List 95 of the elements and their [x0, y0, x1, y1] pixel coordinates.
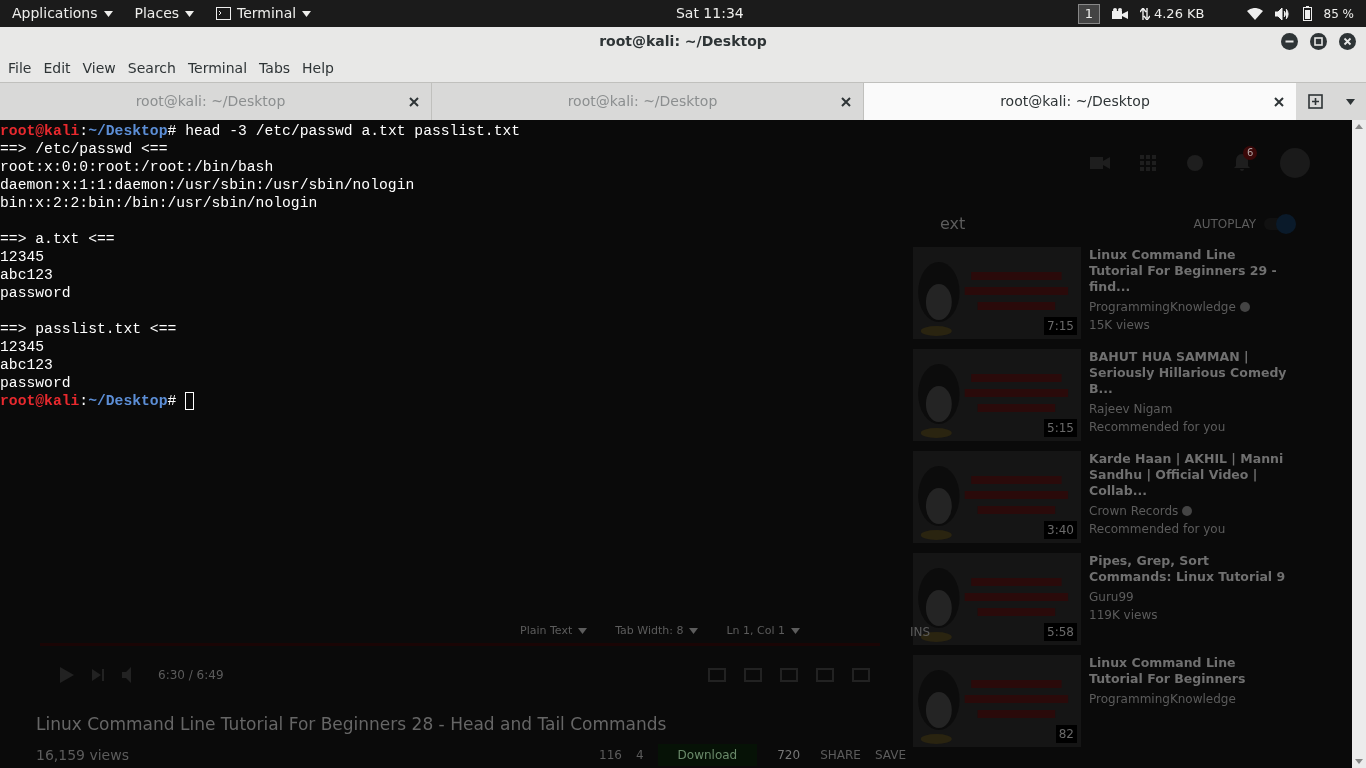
up-down-arrows-icon: [1139, 7, 1150, 20]
terminal-output: root:x:0:0:root:/root:/bin/bash: [0, 159, 274, 175]
caret-icon: [578, 628, 588, 635]
prompt-user: root@kali: [0, 392, 80, 410]
terminal-output: password: [0, 285, 71, 301]
battery-percentage: 85 %: [1323, 5, 1354, 23]
share-button[interactable]: SHARE: [820, 746, 861, 764]
panel-menu[interactable]: Applications: [12, 3, 113, 24]
scrollbar[interactable]: [1352, 120, 1366, 768]
insert-mode-label: INS: [910, 624, 931, 641]
prompt-symbol: #: [167, 122, 177, 140]
terminal-command: head -3 /etc/passwd a.txt passlist.txt: [185, 122, 521, 140]
up-next-heading: ext: [940, 213, 966, 235]
download-button[interactable]: Download: [657, 744, 758, 766]
terminal-output: 12345: [0, 249, 45, 265]
video-meta: 119K views: [1089, 607, 1159, 624]
editor-status-item[interactable]: Ln 1, Col 1: [726, 623, 801, 640]
clock[interactable]: Sat 11:34: [572, 3, 1078, 24]
menu-item[interactable]: View: [78, 58, 120, 79]
prompt-path: ~/Desktop: [88, 392, 168, 410]
caret-icon: [185, 10, 195, 17]
video-meta: Recommended for you: [1089, 419, 1227, 436]
video-camera-icon: [1111, 7, 1128, 20]
terminal-tab[interactable]: root@kali: ~/Desktop: [864, 83, 1296, 120]
terminal-output: abc123: [0, 357, 53, 373]
video-title[interactable]: Linux Command Line Tutorial For Beginners 29 - find...: [1089, 247, 1289, 295]
terminal-output: ==> /etc/passwd <==: [0, 141, 168, 157]
video-title[interactable]: Karde Haan | AKHIL | Manni Sandhu | Official Video | Collab...: [1089, 451, 1289, 499]
channel-name[interactable]: ProgrammingKnowledge: [1089, 298, 1236, 316]
channel-name[interactable]: ProgrammingKnowledge: [1089, 690, 1236, 708]
terminal-output: daemon:x:1:1:daemon:/usr/sbin:/usr/sbin/nologin: [0, 177, 415, 193]
prompt-separator: :: [79, 122, 89, 140]
volume-icon[interactable]: [1274, 7, 1291, 20]
scroll-up-icon[interactable]: [1355, 124, 1363, 129]
dislike-count[interactable]: 4: [635, 746, 644, 764]
close-icon[interactable]: [841, 96, 851, 107]
minimize-icon[interactable]: [1281, 32, 1298, 50]
terminal-output: 12345: [0, 339, 45, 355]
save-button[interactable]: SAVE: [874, 746, 906, 764]
channel-name[interactable]: Rajeev Nigam: [1089, 400, 1173, 418]
duration-badge: 82: [1055, 725, 1077, 743]
editor-status-item[interactable]: Tab Width: 8: [615, 623, 699, 640]
video-title[interactable]: Pipes, Grep, Sort Commands: Linux Tutorial 9: [1089, 553, 1289, 585]
prompt-symbol: #: [167, 392, 177, 410]
window-title: root@kali: ~/Desktop: [599, 31, 767, 51]
terminal-output: bin:x:2:2:bin:/bin:/usr/sbin/nologin: [0, 195, 318, 211]
maximize-icon[interactable]: [1310, 32, 1327, 50]
close-icon[interactable]: [1274, 96, 1284, 107]
menu-item[interactable]: Terminal: [183, 58, 252, 79]
video-time: 6:30 / 6:49: [158, 667, 224, 684]
video-heading: Linux Command Line Tutorial For Beginners 28 - Head and Tail Commands: [36, 713, 667, 736]
menu-item[interactable]: Help: [298, 58, 338, 79]
menu-item[interactable]: File: [4, 58, 36, 79]
panel-menu[interactable]: Terminal: [216, 3, 312, 24]
wifi-icon[interactable]: [1246, 7, 1263, 20]
like-count[interactable]: 116: [599, 746, 622, 764]
video-title[interactable]: Linux Command Line Tutorial For Beginners: [1089, 655, 1289, 687]
terminal-output: ==> a.txt <==: [0, 231, 115, 247]
prompt-path: ~/Desktop: [88, 122, 168, 140]
battery-icon[interactable]: [1302, 6, 1312, 21]
menu-item[interactable]: Tabs: [255, 58, 295, 79]
scroll-down-icon[interactable]: [1355, 759, 1363, 764]
prompt-separator: :: [79, 392, 89, 410]
terminal-output: password: [0, 375, 71, 391]
workspace-indicator[interactable]: 1: [1077, 3, 1100, 24]
bell-icon: [1234, 154, 1250, 172]
duration-badge: 5:15: [1044, 419, 1077, 437]
menu-item[interactable]: Search: [123, 58, 180, 79]
caret-icon: [1345, 98, 1355, 105]
close-icon[interactable]: [1339, 32, 1356, 50]
terminal-output: abc123: [0, 267, 53, 283]
video-meta: Recommended for you: [1089, 521, 1227, 538]
channel-name[interactable]: Guru99: [1089, 588, 1134, 606]
channel-name[interactable]: Crown Records: [1089, 502, 1179, 520]
caret-icon: [689, 628, 699, 635]
caret-icon: [791, 628, 801, 635]
caret-icon: [302, 10, 312, 17]
autoplay-label: AUTOPLAY: [1193, 216, 1256, 233]
caret-icon: [103, 10, 113, 17]
panel-menu[interactable]: Places: [134, 3, 195, 24]
view-count: 16,159 views: [36, 745, 129, 765]
terminal-icon: [216, 7, 232, 20]
duration-badge: 5:58: [1044, 623, 1077, 641]
terminal-output: ==> passlist.txt <==: [0, 321, 177, 337]
prompt-user: root@kali: [0, 122, 80, 140]
close-icon[interactable]: [409, 96, 419, 107]
video-title[interactable]: BAHUT HUA SAMMAN | Seriously Hillarious Comedy B...: [1089, 349, 1289, 397]
video-meta: 15K views: [1089, 317, 1151, 334]
editor-status-item[interactable]: Plain Text: [520, 623, 588, 640]
menu-item[interactable]: Edit: [39, 58, 75, 79]
new-tab-icon[interactable]: [1307, 94, 1323, 109]
network-speed: 4.26 KB: [1153, 4, 1205, 23]
notification-badge: 6: [1243, 146, 1258, 160]
duration-badge: 7:15: [1044, 317, 1077, 335]
duration-badge: 3:40: [1044, 521, 1077, 539]
